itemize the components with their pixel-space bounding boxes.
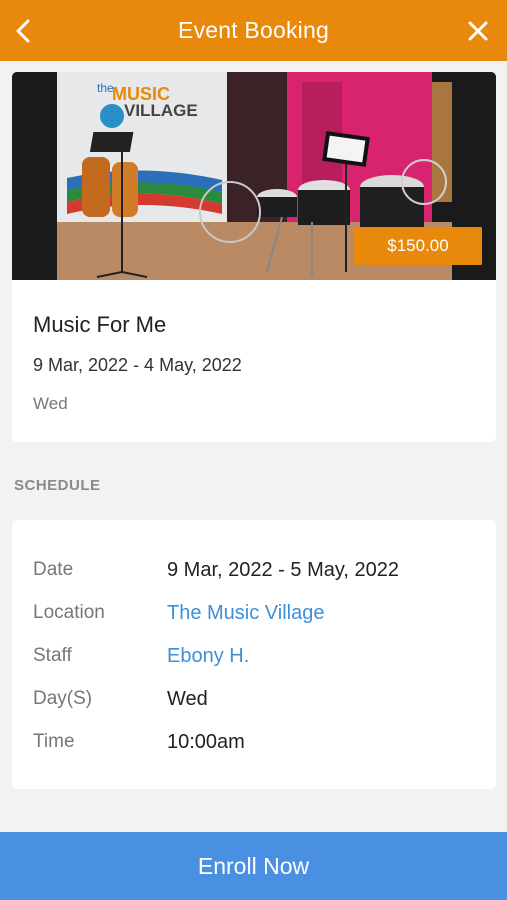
location-label: Location xyxy=(33,602,105,623)
event-photo: the MUSIC VILLAGE $150.00 xyxy=(12,72,496,280)
price-badge: $150.00 xyxy=(354,227,482,265)
back-button[interactable] xyxy=(8,14,38,48)
event-card: the MUSIC VILLAGE $150.00 Music For Me 9… xyxy=(12,72,496,442)
event-day: Wed xyxy=(33,394,68,413)
schedule-section-label: SCHEDULE xyxy=(14,477,101,494)
page-title: Event Booking xyxy=(178,17,329,43)
staff-label: Staff xyxy=(33,645,72,666)
date-value: 9 Mar, 2022 - 5 May, 2022 xyxy=(167,559,399,581)
close-button[interactable] xyxy=(461,14,495,48)
date-label: Date xyxy=(33,559,74,580)
close-icon xyxy=(468,21,488,41)
event-dates: 9 Mar, 2022 - 4 May, 2022 xyxy=(33,355,242,375)
schedule-row-time: Time 10:00am xyxy=(33,731,483,761)
staff-link[interactable]: Ebony H. xyxy=(167,645,249,668)
enroll-now-button[interactable]: Enroll Now xyxy=(0,832,507,900)
chevron-left-icon xyxy=(16,19,30,43)
svg-text:VILLAGE: VILLAGE xyxy=(124,101,198,120)
days-value: Wed xyxy=(167,688,208,710)
location-link[interactable]: The Music Village xyxy=(167,602,324,625)
app-header: Event Booking xyxy=(0,0,507,61)
event-title: Music For Me xyxy=(33,312,167,337)
schedule-row-date: Date 9 Mar, 2022 - 5 May, 2022 xyxy=(33,559,483,589)
schedule-row-location: Location The Music Village xyxy=(33,602,483,632)
time-label: Time xyxy=(33,731,75,752)
days-label: Day(S) xyxy=(33,688,93,709)
time-value: 10:00am xyxy=(167,731,245,753)
schedule-row-staff: Staff Ebony H. xyxy=(33,645,483,675)
schedule-card: Date 9 Mar, 2022 - 5 May, 2022 Location … xyxy=(12,520,496,789)
schedule-row-days: Day(S) Wed xyxy=(33,688,483,718)
